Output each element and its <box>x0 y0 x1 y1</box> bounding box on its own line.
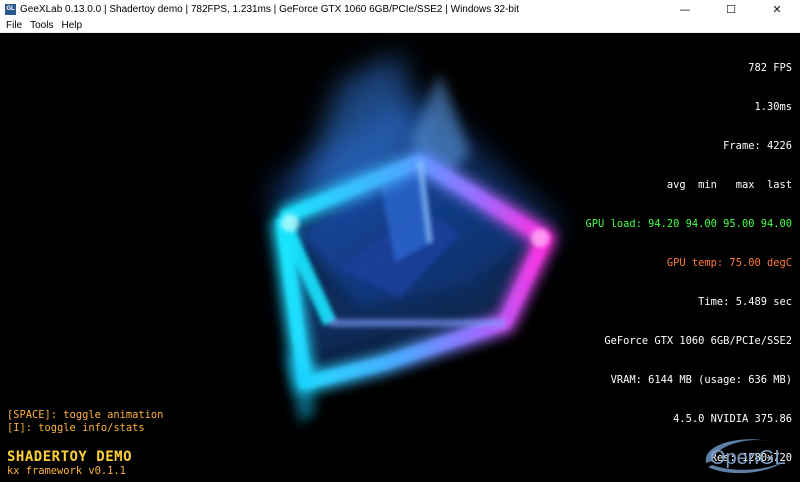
vram-readout: VRAM: 6144 MB (usage: 636 MB) <box>610 374 792 386</box>
demo-title: SHADERTOY DEMO <box>7 449 133 465</box>
time-readout: Time: 5.489 sec <box>698 296 792 308</box>
key-hint-space: [SPACE]: toggle animation <box>7 409 164 421</box>
demo-subtitle: kx framework v0.1.1 <box>7 465 126 477</box>
menu-tools[interactable]: Tools <box>26 20 57 31</box>
key-hints: [SPACE]: toggle animation [I]: toggle in… <box>7 409 163 435</box>
stats-overlay: 782 FPS 1.30ms Frame: 4226 avg min max l… <box>586 36 792 482</box>
gpu-temp-readout: GPU temp: 75.00 degC <box>666 257 792 269</box>
app-icon: GL <box>5 4 16 15</box>
frame-time-readout: 1.30ms <box>754 101 792 113</box>
render-viewport[interactable]: 782 FPS 1.30ms Frame: 4226 avg min max l… <box>0 33 800 482</box>
gl-version: 4.5.0 NVIDIA 375.86 <box>673 413 792 425</box>
key-hint-info: [I]: toggle info/stats <box>7 422 145 434</box>
fps-readout: 782 FPS <box>748 62 792 74</box>
maximize-button[interactable]: ☐ <box>708 0 754 19</box>
minimize-button[interactable]: — <box>662 0 708 19</box>
gpu-name: GeForce GTX 1060 6GB/PCIe/SSE2 <box>604 335 792 347</box>
gpu-load-readout: GPU load: 94.20 94.00 95.00 94.00 <box>585 218 792 230</box>
window-title: GeeXLab 0.13.0.0 | Shadertoy demo | 782F… <box>20 4 519 15</box>
menu-file[interactable]: File <box>2 20 26 31</box>
menu-help[interactable]: Help <box>57 20 86 31</box>
frame-counter: Frame: 4226 <box>723 140 792 152</box>
opengl-logo-text: OpenGL <box>710 447 786 469</box>
close-button[interactable]: ✕ <box>754 0 800 19</box>
stats-header: avg min max last <box>666 179 792 191</box>
title-bar[interactable]: GL GeeXLab 0.13.0.0 | Shadertoy demo | 7… <box>0 0 800 19</box>
window-controls: — ☐ ✕ <box>662 0 800 19</box>
menu-bar: File Tools Help <box>0 19 800 33</box>
opengl-logo: OpenGL <box>705 439 788 474</box>
